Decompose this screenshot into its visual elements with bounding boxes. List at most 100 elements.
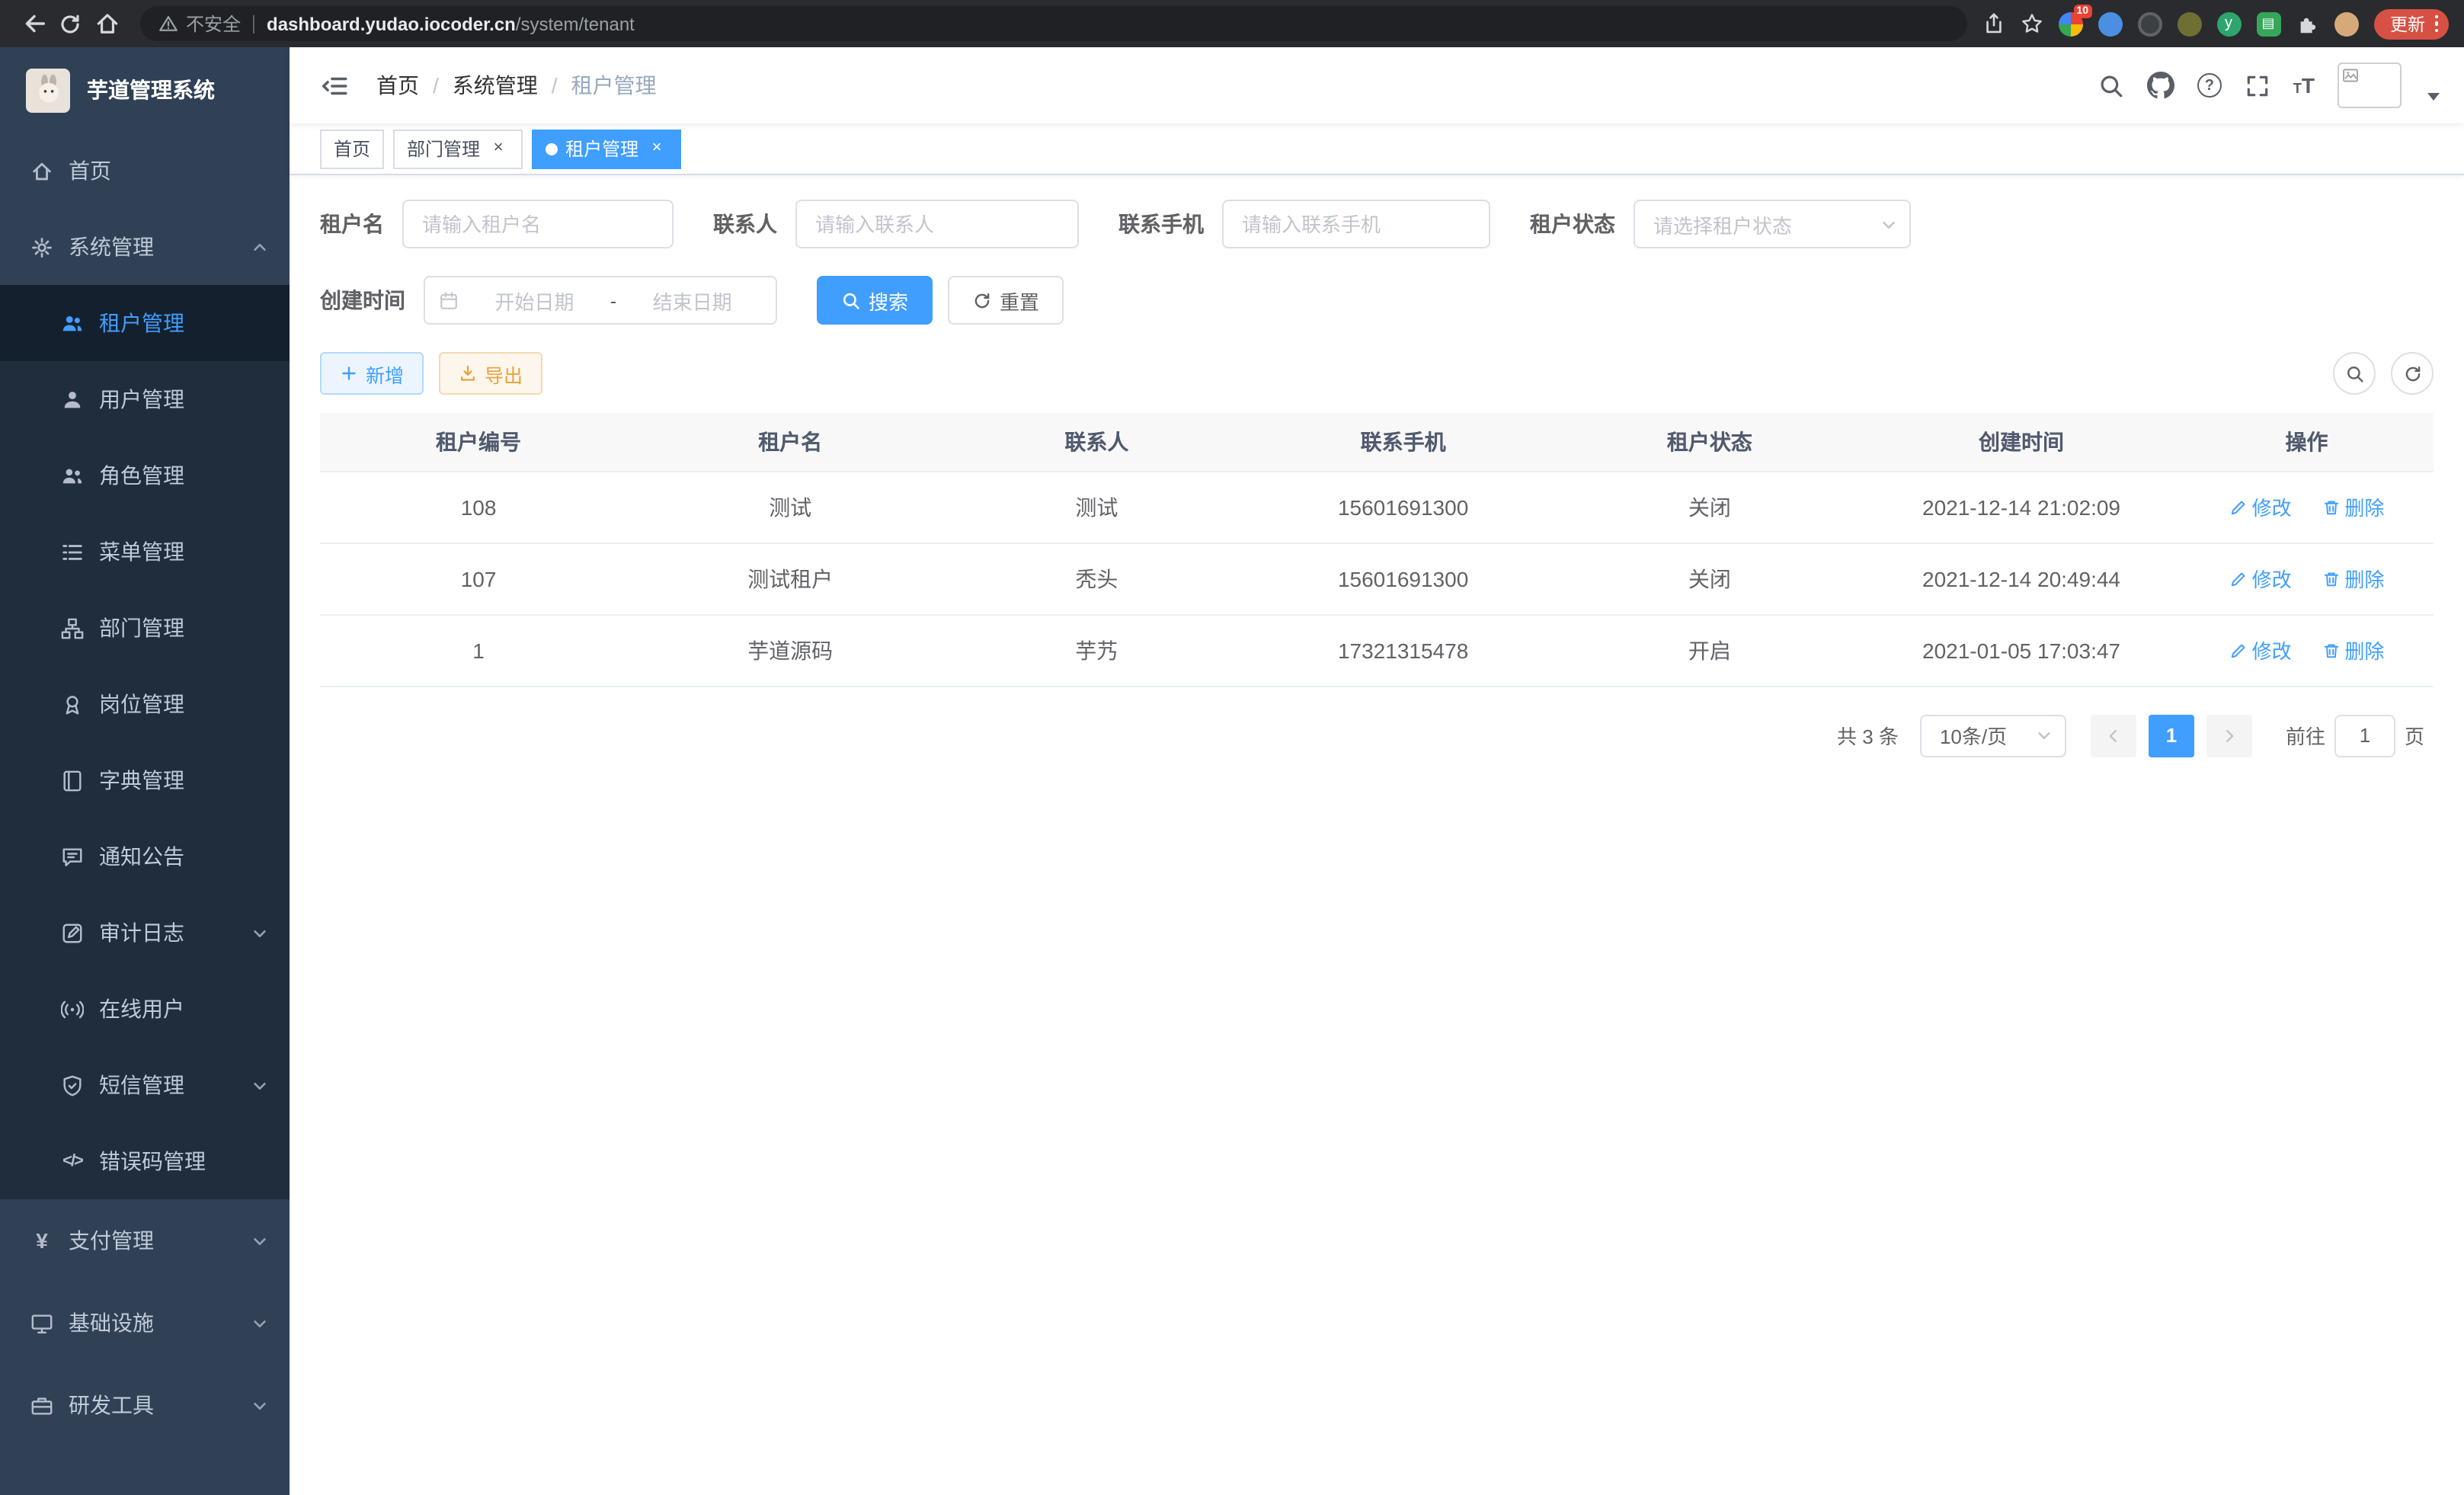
delete-button[interactable]: 删除 xyxy=(2322,492,2384,521)
sidebar-item-menu[interactable]: 菜单管理 xyxy=(0,514,290,590)
kebab-menu-icon[interactable] xyxy=(2431,15,2441,33)
colorful-extension-icon[interactable]: 10 xyxy=(2058,11,2082,36)
status-select[interactable]: 请选择租户状态 xyxy=(1634,200,1911,248)
browser-reload-button[interactable] xyxy=(52,5,88,42)
sidebar-item-notice[interactable]: 通知公告 xyxy=(0,818,290,895)
security-label: 不安全 xyxy=(186,11,241,37)
list-icon xyxy=(61,540,84,563)
sidebar-item-sms[interactable]: 短信管理 xyxy=(0,1047,290,1123)
sidebar-item-dept[interactable]: 部门管理 xyxy=(0,590,290,666)
sidebar-item-payment[interactable]: ¥ 支付管理 xyxy=(0,1199,290,1282)
cell-created: 2021-12-14 21:02:09 xyxy=(1863,471,2180,543)
tenant-name-input[interactable] xyxy=(402,200,674,248)
org-tree-icon xyxy=(61,616,84,639)
tab-dept[interactable]: 部门管理 × xyxy=(393,129,523,168)
status-select-placeholder: 请选择租户状态 xyxy=(1653,210,1792,238)
add-button[interactable]: 新增 xyxy=(320,352,424,395)
goto-page-input[interactable] xyxy=(2334,714,2395,757)
delete-button[interactable]: 删除 xyxy=(2322,564,2384,593)
profile-extension-icon[interactable] xyxy=(2334,11,2358,36)
prev-page-button[interactable] xyxy=(2091,714,2136,757)
help-button[interactable]: ? xyxy=(2197,73,2222,98)
phone-input[interactable] xyxy=(1222,200,1490,248)
sidebar-item-label: 部门管理 xyxy=(99,613,184,643)
sidebar-item-dict[interactable]: 字典管理 xyxy=(0,742,290,818)
share-button[interactable] xyxy=(1982,12,2005,35)
sidebar-item-system[interactable]: 系统管理 xyxy=(0,209,290,285)
trash-icon xyxy=(2322,569,2340,587)
reset-button[interactable]: 重置 xyxy=(948,276,1064,325)
toggle-search-button[interactable] xyxy=(2333,352,2376,395)
page-content: 租户名 联系人 联系手机 租户状态 请选择租户状态 xyxy=(290,175,2464,1495)
sidebar-item-user[interactable]: 用户管理 xyxy=(0,361,290,437)
tab-home[interactable]: 首页 xyxy=(320,129,384,168)
chevron-down-icon xyxy=(251,1077,268,1093)
sidebar-item-auditlog[interactable]: 审计日志 xyxy=(0,895,290,971)
close-icon[interactable]: × xyxy=(488,138,509,159)
signal-icon xyxy=(61,997,84,1020)
address-bar[interactable]: 不安全 dashboard.yudao.iocoder.cn/system/te… xyxy=(140,6,1966,41)
header-search-button[interactable] xyxy=(2098,72,2124,98)
home-icon xyxy=(94,11,120,37)
sidebar-item-infra[interactable]: 基础设施 xyxy=(0,1282,290,1364)
github-link[interactable] xyxy=(2147,72,2174,99)
cell-operations: 修改 删除 xyxy=(2180,543,2434,614)
user-avatar[interactable] xyxy=(2338,62,2402,108)
cell-contact: 芋艿 xyxy=(943,614,1250,686)
sidebar-item-label: 错误码管理 xyxy=(99,1146,206,1176)
export-button[interactable]: 导出 xyxy=(439,352,542,395)
close-icon[interactable]: × xyxy=(646,138,667,159)
sidebar-item-home[interactable]: 首页 xyxy=(0,133,290,209)
sidebar-item-label: 租户管理 xyxy=(99,308,184,338)
page-number-button[interactable]: 1 xyxy=(2149,714,2194,757)
contact-input[interactable] xyxy=(795,200,1079,248)
breadcrumb-item-home[interactable]: 首页 xyxy=(376,70,419,101)
olive-extension-icon[interactable] xyxy=(2177,11,2201,36)
refresh-icon xyxy=(2402,363,2422,383)
edit-button[interactable]: 修改 xyxy=(2229,635,2292,664)
column-header: 联系人 xyxy=(943,413,1250,471)
edit-icon xyxy=(2229,498,2248,516)
fullscreen-button[interactable] xyxy=(2245,72,2270,98)
avatar-caret-icon[interactable] xyxy=(2427,92,2440,100)
globe-extension-icon[interactable] xyxy=(2137,11,2162,36)
edit-label: 修改 xyxy=(2252,492,2292,521)
breadcrumb-separator: / xyxy=(552,73,558,98)
edit-button[interactable]: 修改 xyxy=(2229,492,2292,521)
extensions-puzzle-icon[interactable] xyxy=(2296,12,2318,35)
edit-button[interactable]: 修改 xyxy=(2229,564,2292,593)
search-button[interactable]: 搜索 xyxy=(817,276,933,325)
chrome-update-button[interactable]: 更新 xyxy=(2373,8,2449,39)
font-size-button[interactable]: TT xyxy=(2293,75,2315,96)
date-range-picker[interactable]: 开始日期 - 结束日期 xyxy=(424,276,777,325)
next-page-button[interactable] xyxy=(2206,714,2252,757)
sidebar-item-errorcode[interactable]: </> 错误码管理 xyxy=(0,1123,290,1199)
cell-created: 2021-01-05 17:03:47 xyxy=(1863,614,2180,686)
blue-extension-icon[interactable] xyxy=(2098,11,2122,36)
logo[interactable]: 芋道管理系统 xyxy=(0,47,290,133)
sidebar-item-devtools[interactable]: 研发工具 xyxy=(0,1364,290,1446)
message-icon xyxy=(61,845,84,868)
delete-label: 删除 xyxy=(2344,492,2384,521)
sidebar-item-tenant[interactable]: 租户管理 xyxy=(0,285,290,361)
delete-label: 删除 xyxy=(2344,564,2384,593)
breadcrumb-item-system[interactable]: 系统管理 xyxy=(453,70,538,101)
home-icon xyxy=(30,159,53,182)
page-size-select[interactable]: 10条/页 xyxy=(1920,714,2066,757)
sidebar-item-label: 研发工具 xyxy=(69,1390,154,1420)
browser-back-button[interactable] xyxy=(15,5,52,42)
refresh-table-button[interactable] xyxy=(2391,352,2434,395)
sidebar-item-role[interactable]: 角色管理 xyxy=(0,437,290,514)
calendar-icon xyxy=(439,290,459,310)
delete-button[interactable]: 删除 xyxy=(2322,635,2384,664)
green-y-extension-icon[interactable]: y xyxy=(2216,11,2241,36)
sidebar-item-post[interactable]: 岗位管理 xyxy=(0,666,290,742)
tab-tenant[interactable]: 租户管理 × xyxy=(532,129,681,168)
sidebar-toggle-button[interactable] xyxy=(311,71,358,100)
bookmark-star-button[interactable] xyxy=(2020,12,2043,35)
filter-label: 租户状态 xyxy=(1530,209,1615,239)
sidebar-item-online[interactable]: 在线用户 xyxy=(0,971,290,1047)
browser-home-button[interactable] xyxy=(88,5,125,42)
chevron-down-icon xyxy=(2036,727,2053,744)
chat-extension-icon[interactable]: ▤ xyxy=(2256,11,2280,36)
